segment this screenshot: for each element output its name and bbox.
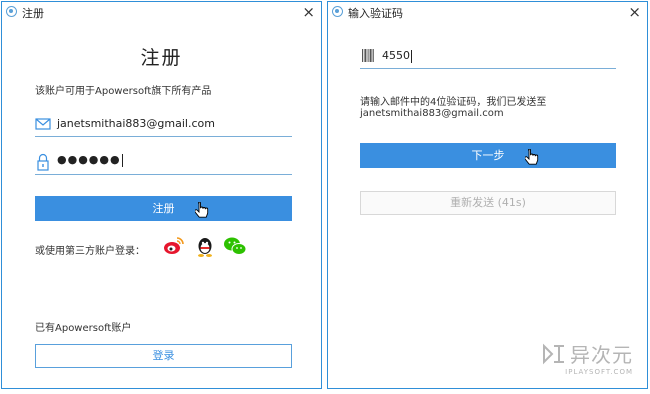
page-title: 注册 (140, 47, 183, 69)
hand-cursor-icon (195, 202, 209, 218)
app-icon (332, 6, 343, 17)
hand-cursor-icon (525, 149, 539, 165)
window-title: 注册 (22, 7, 44, 20)
app-icon (6, 6, 17, 17)
verify-window: 输入验证码 × 4550 请输入邮件中的4位验证码，我们已发送至 janetsm… (327, 1, 648, 389)
info-text-email: janetsmithai883@gmail.com (360, 108, 504, 119)
password-value: ●●●●●● (57, 153, 123, 167)
email-field[interactable]: janetsmithai883@gmail.com (35, 114, 292, 137)
close-button[interactable]: × (302, 2, 315, 22)
verification-code-field[interactable]: 4550 (360, 46, 616, 69)
title-bar: 输入验证码 × (328, 2, 647, 24)
register-window: 注册 × 注册 该账户可用于Apowersoft旗下所有产品 janetsmit… (1, 1, 322, 389)
text-caret (121, 153, 123, 167)
register-button[interactable]: 注册 (35, 196, 292, 221)
watermark-subtext: IPLAYSOFT.COM (565, 368, 633, 376)
password-field[interactable]: ●●●●●● (35, 152, 292, 175)
next-step-button[interactable]: 下一步 (360, 143, 616, 168)
subtitle-text: 该账户可用于Apowersoft旗下所有产品 (35, 86, 212, 97)
email-value: janetsmithai883@gmail.com (57, 117, 215, 130)
iplaysoft-logo-icon (543, 343, 564, 364)
window-title: 输入验证码 (348, 7, 403, 20)
watermark-text: 异次元 (570, 343, 633, 367)
lock-icon (35, 152, 51, 176)
qq-icon[interactable] (194, 236, 216, 258)
title-bar: 注册 × (2, 2, 321, 24)
watermark: 异次元 IPLAYSOFT.COM (542, 339, 633, 376)
resend-button[interactable]: 重新发送 (41s) (360, 191, 616, 215)
text-caret (411, 49, 412, 63)
barcode-icon (360, 46, 376, 70)
info-text-line1: 请输入邮件中的4位验证码，我们已发送至 (360, 97, 547, 108)
social-login-prompt: 或使用第三方账户登录： (35, 246, 145, 257)
have-account-text: 已有Apowersoft账户 (35, 323, 132, 334)
code-value: 4550 (382, 49, 412, 63)
close-button[interactable]: × (628, 2, 641, 22)
mail-icon (35, 114, 51, 138)
login-button[interactable]: 登录 (35, 344, 292, 368)
weibo-icon[interactable] (163, 236, 185, 256)
wechat-icon[interactable] (223, 236, 247, 256)
